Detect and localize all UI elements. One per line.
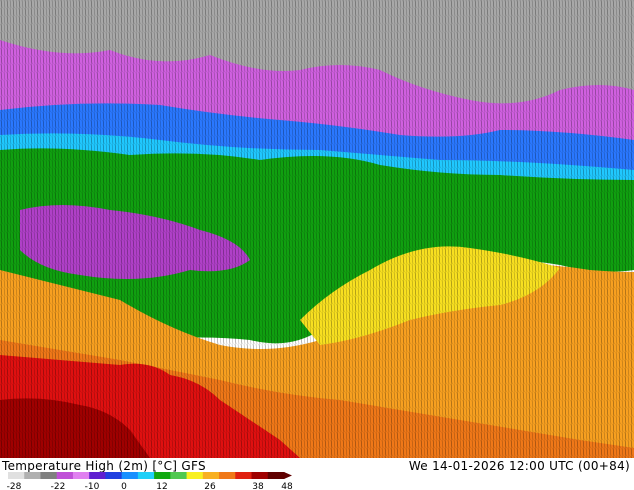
scale-swatch [267, 472, 285, 479]
scale-swatch [56, 472, 74, 479]
scale-swatch [219, 472, 236, 479]
title-model: GFS [181, 459, 206, 473]
scale-tick-label: 38 [252, 482, 264, 490]
scale-swatch [105, 472, 123, 479]
scale-swatch [251, 472, 269, 479]
legend-footer: Temperature High (2m) [°C] GFS We 14-01-… [0, 458, 634, 490]
scale-swatch [121, 472, 139, 479]
scale-swatch [89, 472, 106, 479]
contour-hatching [0, 0, 634, 458]
scale-tick-label: 12 [156, 482, 167, 490]
scale-tick-label: 26 [204, 482, 216, 490]
scale-tick-label: -28 [7, 482, 22, 490]
scale-swatch [137, 472, 155, 479]
forecast-datetime: We 14-01-2026 12:00 UTC (00+84) [408, 459, 630, 473]
scale-tick-label: 48 [281, 482, 293, 490]
title-variable: Temperature High (2m) [°C] [2, 459, 178, 473]
scale-swatch [154, 472, 171, 479]
scale-tick-label: -10 [85, 482, 100, 490]
scale-swatch [170, 472, 188, 479]
scale-arrow [284, 472, 292, 479]
scale-swatch [8, 472, 25, 479]
scale-swatch [202, 472, 220, 479]
map-canvas [0, 0, 634, 458]
scale-swatch [40, 472, 58, 479]
scale-tick-label: 0 [121, 482, 127, 490]
temperature-map [0, 0, 634, 458]
map-title: Temperature High (2m) [°C] GFS [2, 459, 206, 473]
scale-tick-label: -22 [51, 482, 66, 490]
color-scale: -28 -22 -10 0 12 26 38 48 [7, 472, 293, 490]
scale-swatch [186, 472, 204, 479]
scale-swatch [235, 472, 253, 479]
scale-swatch [24, 472, 41, 479]
scale-swatch [72, 472, 90, 479]
